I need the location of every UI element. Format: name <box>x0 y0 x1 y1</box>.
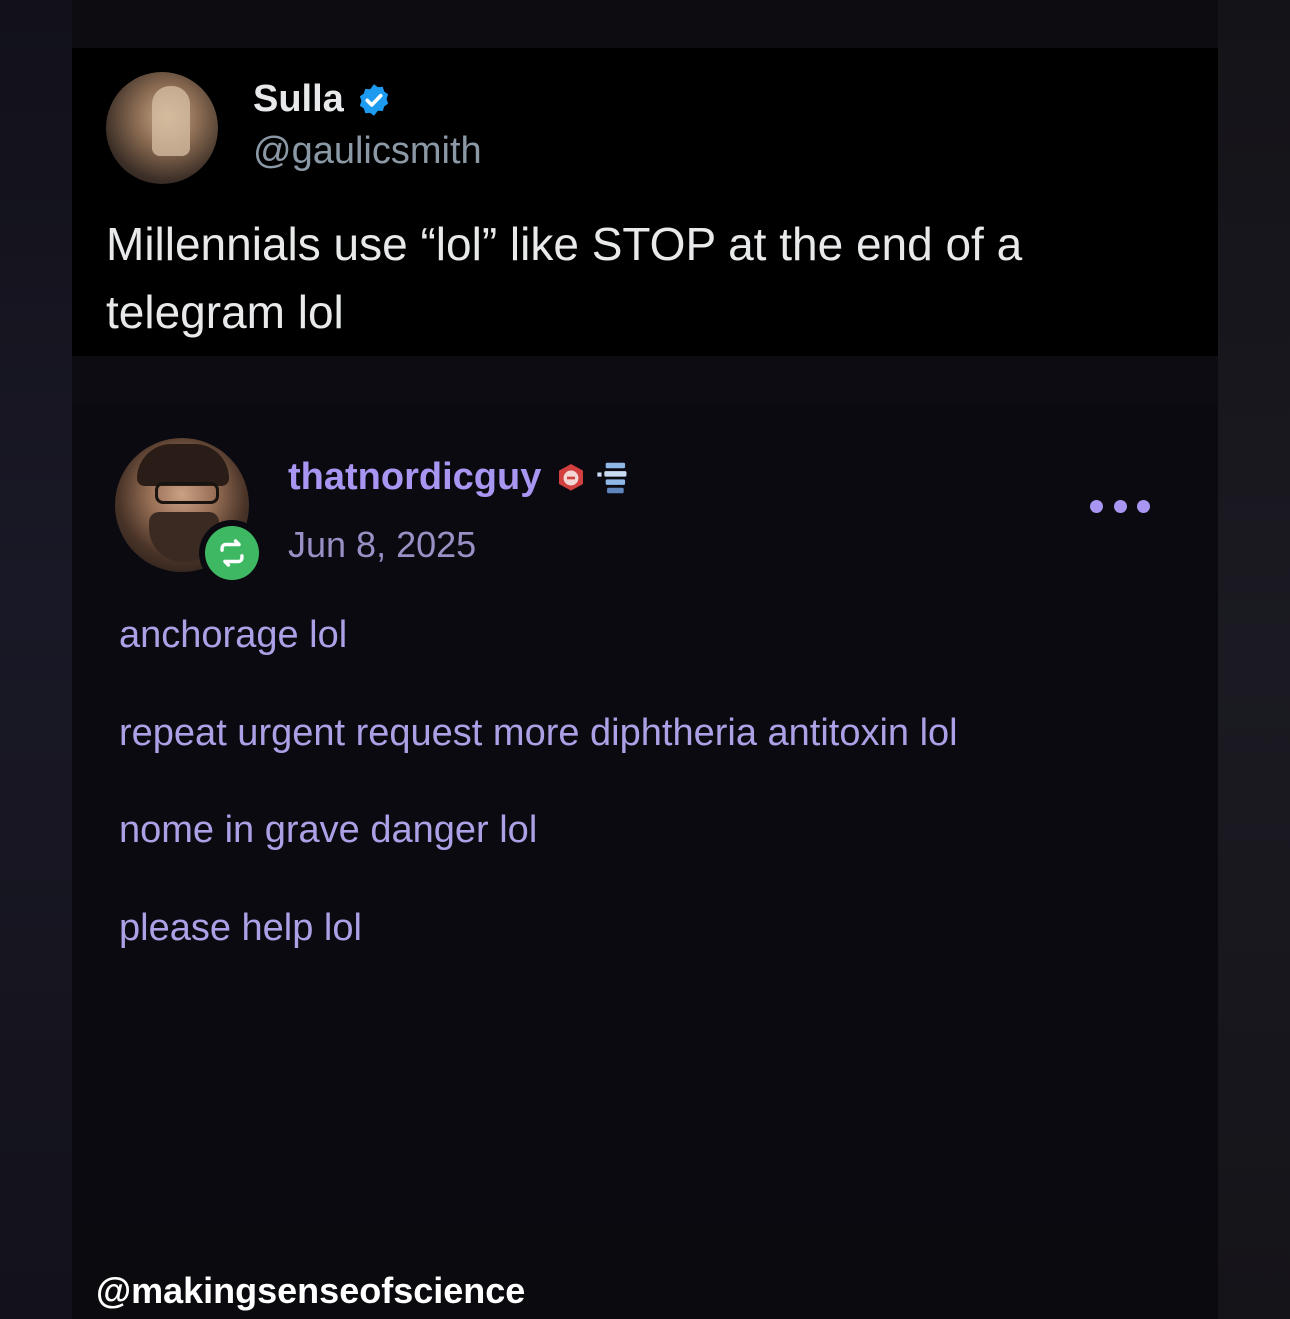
more-dot <box>1137 499 1150 513</box>
avatar-figure <box>152 86 190 156</box>
tweet-handle[interactable]: @gaulicsmith <box>253 130 482 173</box>
avatar-hair <box>137 444 229 486</box>
reblog-badge <box>199 520 265 586</box>
left-frame-edge <box>0 0 72 1319</box>
post-line: nome in grave danger lol <box>119 809 538 851</box>
source-watermark: @makingsenseofscience <box>96 1270 526 1311</box>
tweet-author-row: Sulla <box>253 78 392 121</box>
more-dot <box>1113 499 1127 513</box>
stack-badge-icon[interactable] <box>597 460 631 496</box>
post-line: repeat urgent request more diphtheria an… <box>119 712 958 754</box>
embedded-tweet[interactable]: Sulla @gaulicsmith Millennials use “lol”… <box>72 48 1218 356</box>
post-date: Jun 8, 2025 <box>288 524 477 565</box>
post-author-row: thatnordicguy <box>288 456 631 499</box>
reblog-icon <box>220 539 244 567</box>
post-line: anchorage lol <box>119 614 348 656</box>
avatar-glasses <box>155 482 219 504</box>
top-frame <box>0 0 1290 48</box>
reblog-badge-circle <box>205 526 259 580</box>
more-options-icon[interactable] <box>1090 498 1150 514</box>
shield-badge-icon[interactable] <box>555 462 587 494</box>
right-frame-edge <box>1218 0 1290 1319</box>
tweet-text: Millennials use “lol” like STOP at the e… <box>106 218 1023 338</box>
tweet-display-name[interactable]: Sulla <box>253 78 344 121</box>
more-dot <box>1090 499 1103 513</box>
post-username[interactable]: thatnordicguy <box>288 456 541 499</box>
verified-badge-icon <box>359 83 388 116</box>
tweet-avatar[interactable] <box>106 72 218 184</box>
card-divider <box>72 356 1218 405</box>
post-line: please help lol <box>119 907 362 949</box>
